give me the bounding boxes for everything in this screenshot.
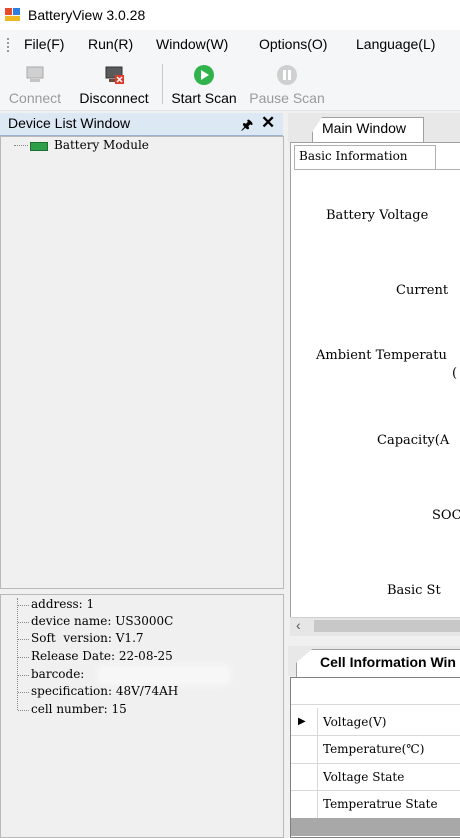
tree-connector: [18, 639, 29, 640]
close-icon[interactable]: ✕: [261, 113, 275, 133]
label-ambient-temperature: Ambient Temperatu: [316, 348, 447, 363]
label-capacity: Capacity(A: [377, 433, 450, 448]
barcode-redaction: [100, 668, 228, 682]
menu-file[interactable]: File(F): [24, 36, 64, 52]
tree-connector: [18, 605, 29, 606]
connect-label: Connect: [8, 90, 62, 106]
window-title: BatteryView 3.0.28: [28, 7, 146, 23]
menu-language[interactable]: Language(L): [356, 36, 435, 52]
tree-connector: [18, 710, 29, 711]
computer-connect-icon: [26, 66, 44, 82]
current-row-arrow-icon: ▶: [298, 716, 306, 727]
row-temperature: Temperature(℃): [323, 742, 425, 756]
info-barcode: barcode:: [31, 667, 85, 681]
start-scan-label: Start Scan: [171, 90, 237, 106]
grid-header-row: [291, 677, 460, 705]
label-battery-voltage: Battery Voltage: [326, 208, 429, 223]
row-header-divider: [317, 708, 318, 818]
pin-icon[interactable]: 🖈: [241, 116, 253, 138]
scrollbar-thumb[interactable]: [314, 620, 460, 632]
tab-basic-information-label: Basic Information: [299, 149, 408, 163]
menu-options[interactable]: Options(O): [259, 36, 327, 52]
battery-icon: [30, 142, 48, 151]
tree-connector: [18, 675, 29, 676]
info-soft-version: Soft version: V1.7: [31, 631, 144, 645]
tab-underline: [294, 169, 460, 170]
computer-disconnect-icon: [105, 66, 124, 84]
device-list-title: Device List Window: [8, 115, 131, 131]
pause-scan-label: Pause Scan: [249, 90, 325, 106]
pause-scan-button[interactable]: Pause Scan: [248, 60, 326, 108]
disconnect-button[interactable]: Disconnect: [74, 60, 154, 108]
device-tree: [0, 136, 284, 589]
tree-connector: [18, 622, 29, 623]
start-scan-button[interactable]: Start Scan: [168, 60, 240, 108]
label-current: Current: [396, 283, 449, 298]
scroll-left-arrow-icon[interactable]: ‹: [296, 617, 301, 633]
menu-grip: [7, 38, 9, 52]
label-basic-status: Basic St: [387, 583, 441, 598]
connect-button[interactable]: Connect: [4, 60, 66, 108]
pause-icon: [277, 65, 297, 85]
info-device-name: device name: US3000C: [31, 614, 174, 628]
tree-connector: [18, 692, 29, 693]
info-cell-number: cell number: 15: [31, 702, 127, 716]
tab-main-window-label: Main Window: [322, 120, 407, 136]
row-voltage: Voltage(V): [323, 715, 387, 729]
label-soc: SOC: [432, 508, 460, 523]
disconnect-label: Disconnect: [79, 90, 149, 106]
tree-connector: [18, 657, 29, 658]
tab-cell-information-label: Cell Information Win: [320, 654, 456, 670]
menu-run[interactable]: Run(R): [88, 36, 133, 52]
tree-connector: [14, 145, 28, 146]
info-release-date: Release Date: 22-08-25: [31, 649, 173, 663]
tree-connector: [17, 598, 18, 710]
info-address: address: 1: [31, 597, 95, 611]
label-ambient-temperature-unit: (: [452, 366, 458, 381]
info-specification: specification: 48V/74AH: [31, 684, 179, 698]
battery-app-icon: [5, 8, 20, 21]
tree-item-battery-module[interactable]: Battery Module: [54, 138, 149, 152]
grid-empty-area: [291, 818, 460, 836]
toolbar-separator: [162, 64, 163, 104]
row-voltage-state: Voltage State: [323, 770, 405, 784]
menu-window[interactable]: Window(W): [156, 36, 228, 52]
row-temperature-state: Temperatrue State: [323, 797, 438, 811]
play-icon: [194, 65, 214, 85]
